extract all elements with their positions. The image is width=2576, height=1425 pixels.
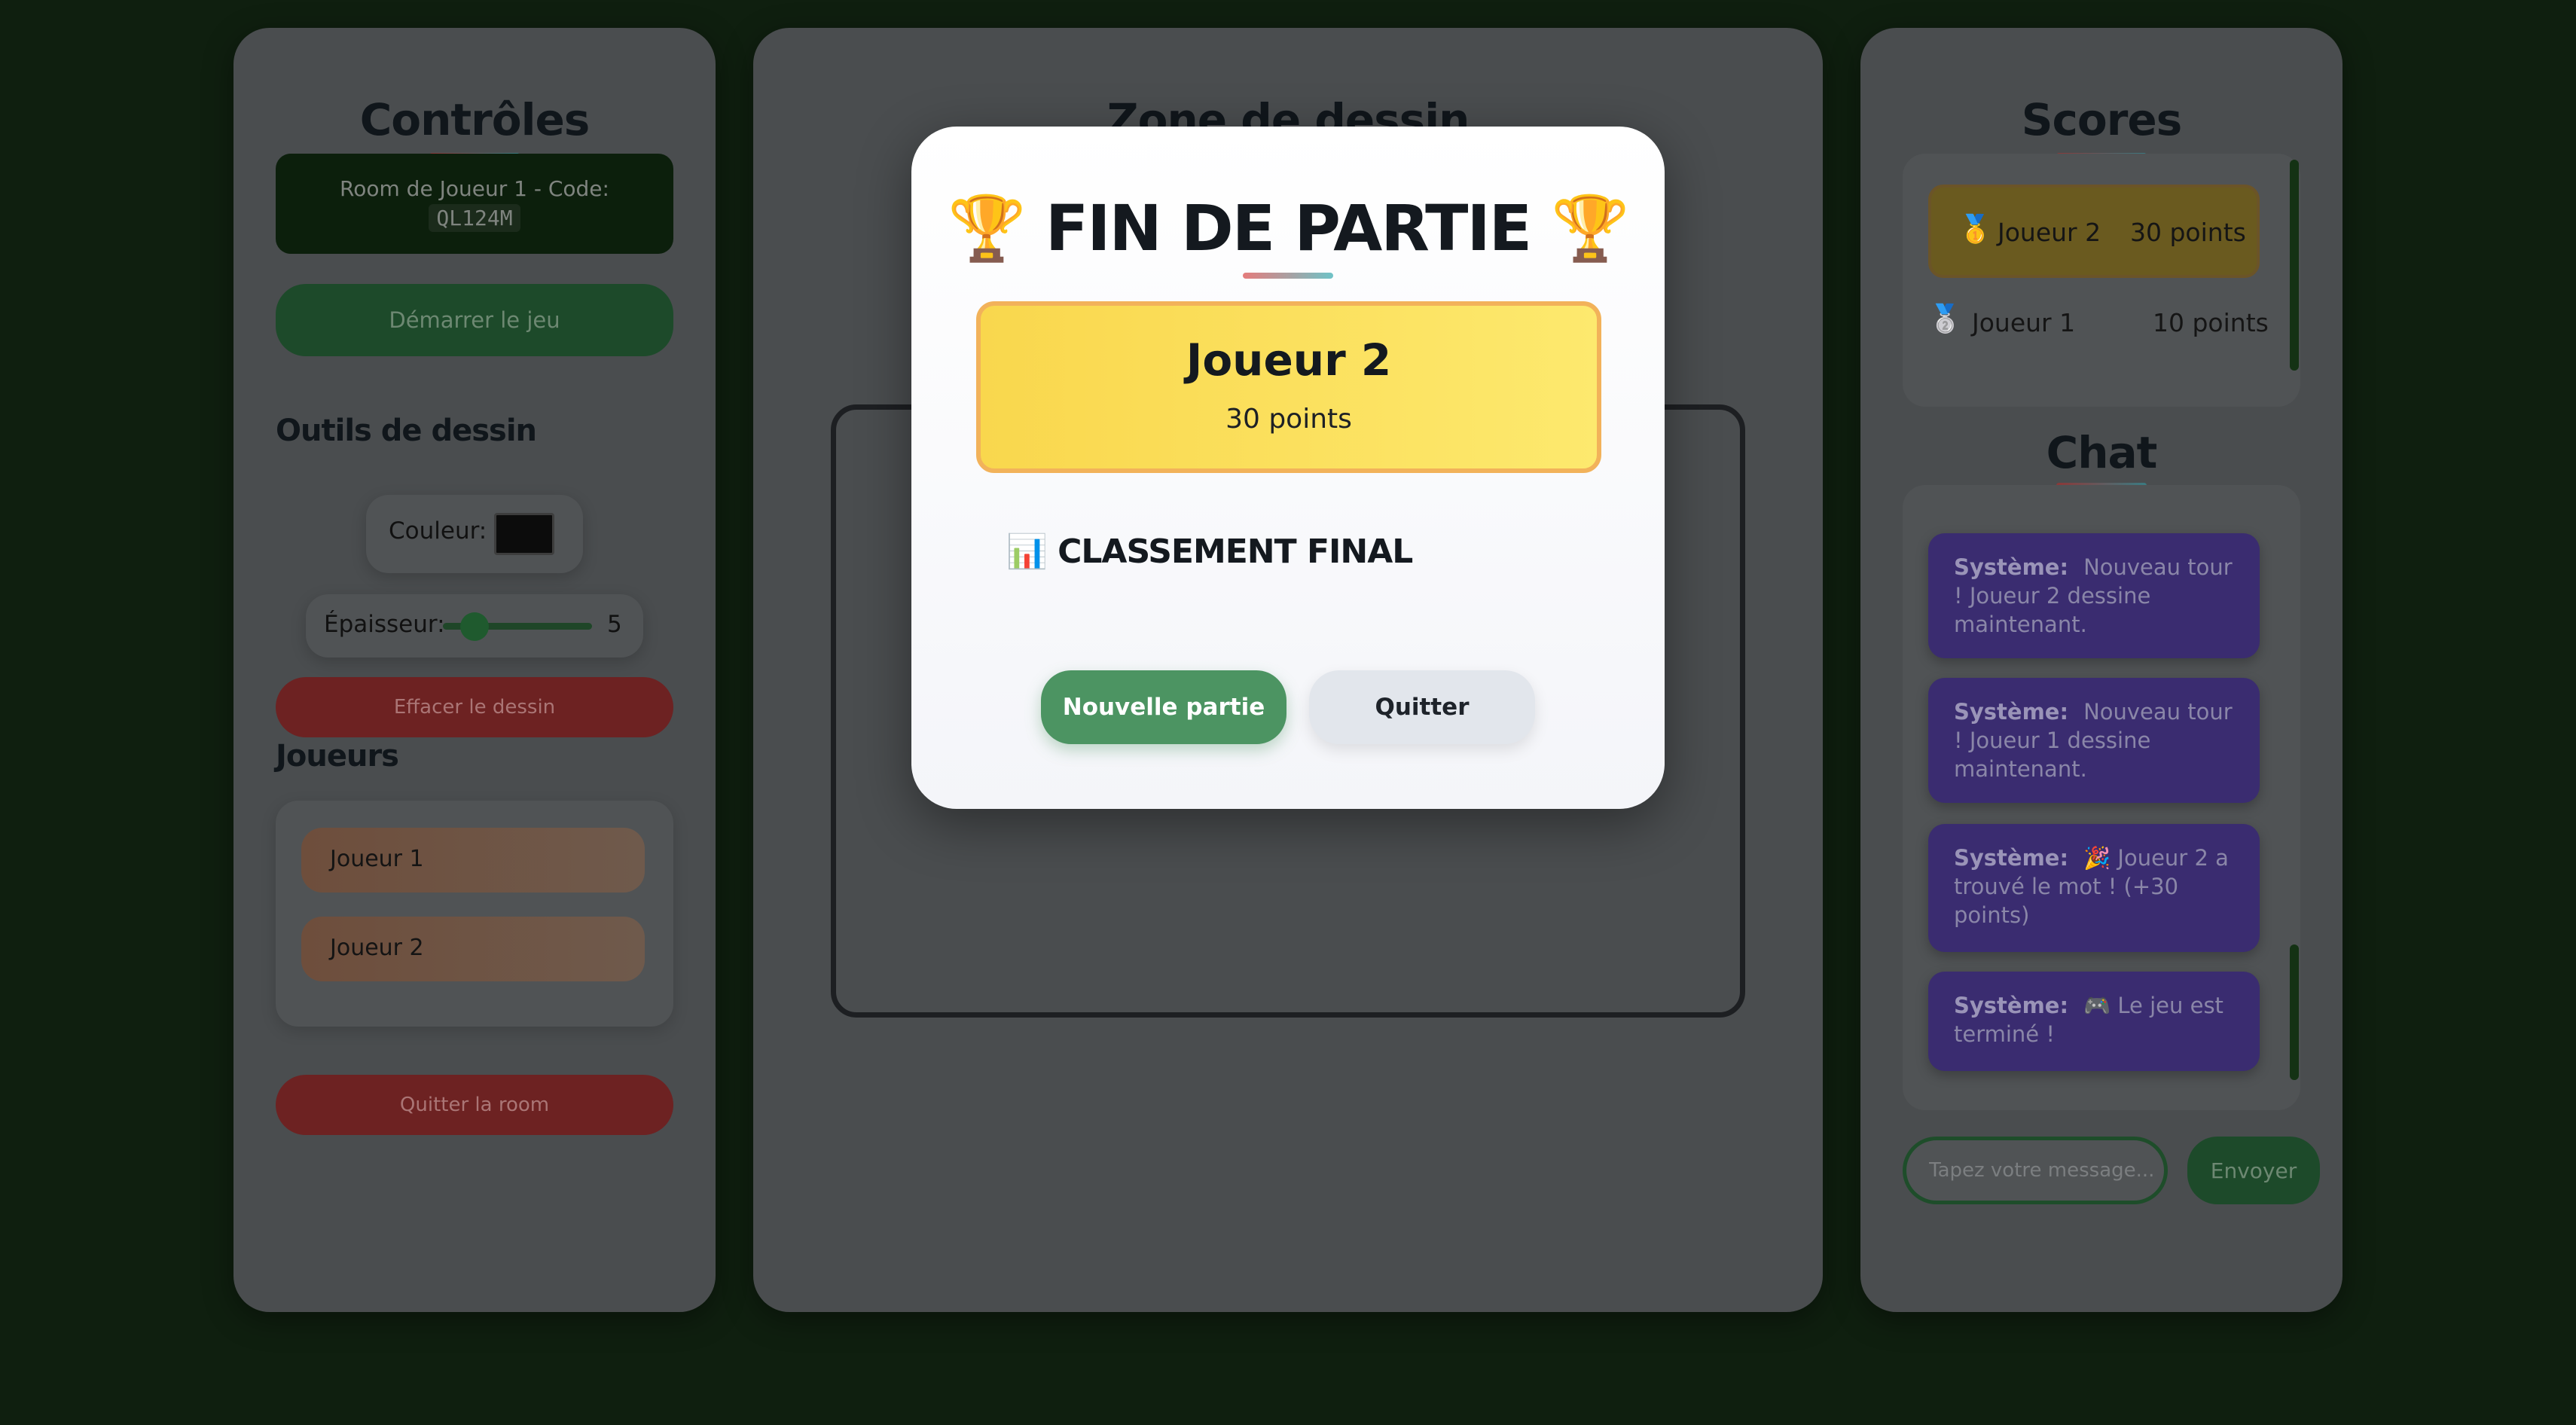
chat-sender: Système: (1954, 845, 2069, 871)
score-player-name: Joueur 1 (1972, 308, 2076, 337)
scores-scrollbar[interactable] (2290, 160, 2299, 371)
modal-title: 🏆 FIN DE PARTIE 🏆 (948, 191, 1630, 265)
quit-button[interactable]: Quitter (1309, 670, 1535, 744)
drawing-tools-heading: Outils de dessin (276, 413, 537, 448)
start-game-button[interactable]: Démarrer le jeu (276, 284, 673, 356)
player-item: Joueur 2 (301, 917, 645, 981)
new-game-button[interactable]: Nouvelle partie (1041, 670, 1286, 744)
winner-name: Joueur 2 (1186, 334, 1392, 386)
chat-sender: Système: (1954, 554, 2069, 580)
score-points: 10 points (2153, 308, 2269, 337)
players-list: Joueur 1 Joueur 2 (276, 801, 673, 1027)
room-code: QL124M (429, 204, 520, 232)
final-ranking-heading: 📊 CLASSEMENT FINAL (1006, 532, 1413, 571)
player-item: Joueur 1 (301, 828, 645, 893)
color-picker-row: Couleur: (366, 495, 583, 573)
chat-title: Chat (2046, 427, 2158, 478)
scores-title: Scores (2021, 94, 2182, 145)
chat-sender: Système: (1954, 993, 2069, 1018)
leave-room-button[interactable]: Quitter la room (276, 1075, 673, 1135)
room-label: Room de Joueur 1 - Code: (340, 176, 609, 201)
thickness-value: 5 (607, 611, 622, 638)
chat-input[interactable] (1903, 1137, 2168, 1204)
score-points: 30 points (2130, 218, 2246, 247)
score-row-first: 🥇 Joueur 2 30 points (1928, 185, 2260, 278)
chat-sender: Système: (1954, 699, 2069, 725)
room-info: Room de Joueur 1 - Code: QL124M (276, 154, 673, 254)
scores-list: 🥇 Joueur 2 30 points 🥈 Joueur 1 10 point… (1903, 154, 2300, 407)
color-label: Couleur: (389, 517, 487, 545)
chat-messages: Système: Nouveau tour ! Joueur 2 dessine … (1903, 485, 2300, 1110)
chat-message: Système: 🎉 Joueur 2 a trouvé le mot ! (+3… (1928, 824, 2260, 952)
controls-panel: Contrôles Room de Joueur 1 - Code: QL124… (233, 28, 716, 1312)
send-button[interactable]: Envoyer (2187, 1137, 2320, 1204)
chat-message: Système: 🎮 Le jeu est terminé ! (1928, 972, 2260, 1071)
winner-points: 30 points (1225, 404, 1352, 435)
color-picker[interactable] (494, 513, 554, 555)
gold-medal-icon: 🥇 (1958, 214, 1992, 245)
title-underline (1243, 273, 1333, 279)
silver-medal-icon: 🥈 (1928, 304, 1962, 334)
chat-message: Système: Nouveau tour ! Joueur 1 dessine … (1928, 678, 2260, 803)
game-over-modal: 🏆 FIN DE PARTIE 🏆 Joueur 2 30 points 📊 C… (911, 127, 1665, 809)
players-heading: Joueurs (276, 739, 399, 774)
thickness-slider-thumb[interactable] (459, 612, 489, 641)
chat-scrollbar[interactable] (2290, 944, 2299, 1080)
clear-drawing-button[interactable]: Effacer le dessin (276, 677, 673, 737)
chat-message: Système: Nouveau tour ! Joueur 2 dessine … (1928, 533, 2260, 658)
thickness-row: Épaisseur: 5 (306, 594, 643, 658)
scores-chat-panel: Scores 🥇 Joueur 2 30 points 🥈 Joueur 1 1… (1860, 28, 2343, 1312)
score-player-name: Joueur 2 (1998, 218, 2101, 247)
controls-title: Contrôles (359, 94, 591, 145)
winner-card: Joueur 2 30 points (976, 301, 1601, 473)
thickness-label: Épaisseur: (324, 611, 445, 638)
